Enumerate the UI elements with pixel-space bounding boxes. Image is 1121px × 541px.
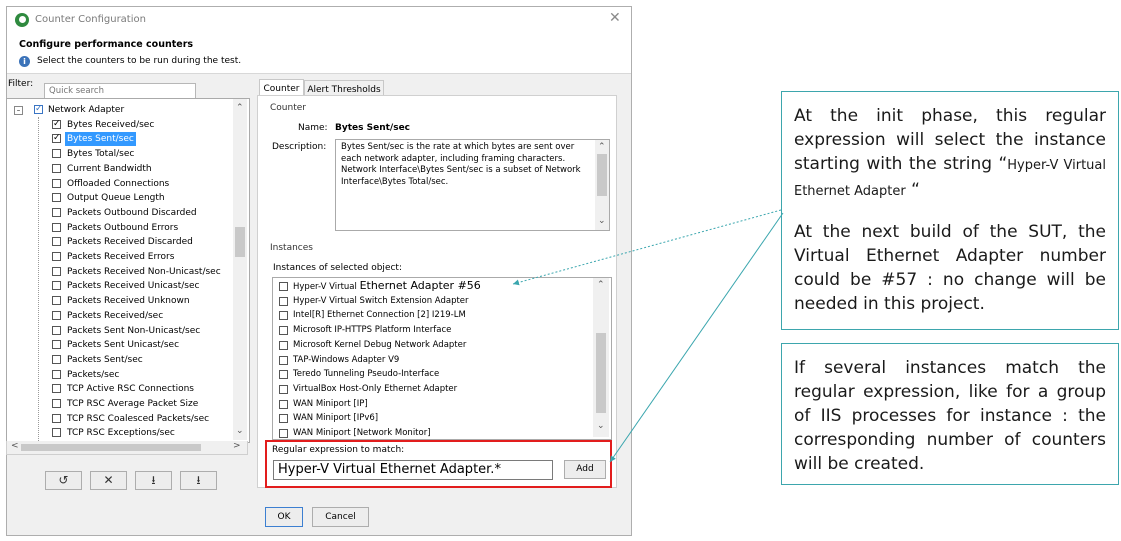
callout-arrows (512, 209, 784, 463)
arrow-to-regex (609, 212, 784, 463)
